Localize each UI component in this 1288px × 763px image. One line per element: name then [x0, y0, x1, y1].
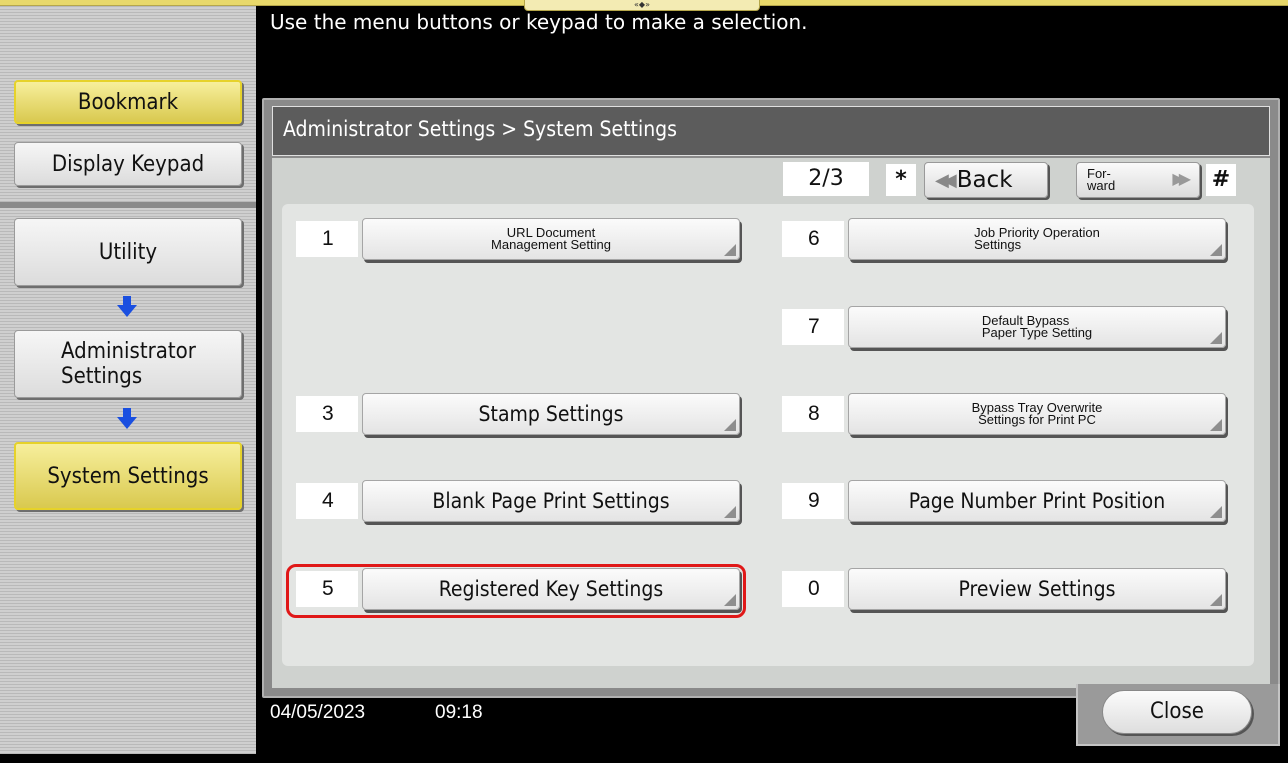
menu-label-line: Settings — [974, 237, 1022, 252]
administrator-settings-label: Administrator Settings — [61, 339, 196, 389]
menu-number-8: 8 — [782, 396, 844, 432]
system-settings-button[interactable]: System Settings — [14, 442, 242, 510]
corner-triangle-icon — [1210, 419, 1222, 431]
menu-label-line: Paper Type Setting — [981, 325, 1093, 340]
menu-number-6: 6 — [782, 221, 844, 257]
forward-button[interactable]: For- ward ▶▶ — [1076, 162, 1200, 198]
utility-button[interactable]: Utility — [14, 218, 242, 286]
job-priority-operation-settings-button[interactable]: Job Priority Operation Settings — [848, 218, 1226, 260]
corner-triangle-icon — [1210, 332, 1222, 344]
instruction-message: Use the menu buttons or keypad to make a… — [270, 10, 808, 34]
menu-label: Stamp Settings — [478, 402, 624, 426]
preview-settings-button[interactable]: Preview Settings — [848, 568, 1226, 610]
menu-number-3: 3 — [296, 396, 358, 432]
control-panel-screen: «◆» Bookmark Display Keypad Utility Admi… — [0, 0, 1288, 763]
back-label: Back — [956, 167, 1013, 193]
corner-triangle-icon — [724, 594, 736, 606]
corner-triangle-icon — [724, 244, 736, 256]
breadcrumb: Administrator Settings > System Settings — [272, 106, 1270, 156]
page-indicator: 2/3 — [783, 162, 869, 196]
blank-page-print-settings-button[interactable]: Blank Page Print Settings — [362, 480, 740, 522]
footer-date: 04/05/2023 — [270, 702, 366, 723]
down-arrow-icon — [117, 296, 137, 317]
hash-key-hint: # — [1206, 164, 1236, 196]
page-number-print-position-button[interactable]: Page Number Print Position — [848, 480, 1226, 522]
star-key-hint: * — [886, 164, 916, 196]
corner-triangle-icon — [724, 419, 736, 431]
menu-number-7: 7 — [782, 309, 844, 345]
administrator-settings-button[interactable]: Administrator Settings — [14, 330, 242, 398]
menu-label: Registered Key Settings — [438, 577, 664, 601]
stamp-settings-button[interactable]: Stamp Settings — [362, 393, 740, 435]
menu-number-5: 5 — [296, 571, 358, 607]
menu-label: Page Number Print Position — [908, 489, 1166, 513]
corner-triangle-icon — [1210, 594, 1222, 606]
menu-label-line: Management Setting — [491, 237, 611, 252]
menu-number-1: 1 — [296, 221, 358, 257]
down-arrow-icon — [117, 408, 137, 429]
display-keypad-button[interactable]: Display Keypad — [14, 142, 242, 186]
menu-label: Preview Settings — [958, 577, 1116, 601]
corner-triangle-icon — [1210, 244, 1222, 256]
bookmark-button[interactable]: Bookmark — [14, 80, 242, 124]
url-document-management-setting-button[interactable]: URL Document Management Setting — [362, 218, 740, 260]
fast-forward-icon: ▶▶ — [1172, 171, 1190, 188]
corner-triangle-icon — [1210, 506, 1222, 518]
menu-number-9: 9 — [782, 483, 844, 519]
registered-key-settings-button[interactable]: Registered Key Settings — [362, 568, 740, 610]
footer-time: 09:18 — [435, 702, 483, 723]
default-bypass-paper-type-setting-button[interactable]: Default Bypass Paper Type Setting — [848, 306, 1226, 348]
rewind-icon: ◀◀ — [935, 169, 957, 191]
menu-number-0: 0 — [782, 571, 844, 607]
corner-triangle-icon — [724, 506, 736, 518]
close-button[interactable]: Close — [1102, 690, 1252, 734]
bypass-tray-overwrite-settings-button[interactable]: Bypass Tray Overwrite Settings for Print… — [848, 393, 1226, 435]
menu-number-4: 4 — [296, 483, 358, 519]
forward-label-line2: ward — [1087, 178, 1116, 193]
menu-label: Blank Page Print Settings — [432, 489, 670, 513]
back-button[interactable]: ◀◀ Back — [924, 162, 1048, 198]
sidebar-divider — [0, 202, 256, 208]
menu-label-line: Settings for Print PC — [978, 412, 1096, 427]
